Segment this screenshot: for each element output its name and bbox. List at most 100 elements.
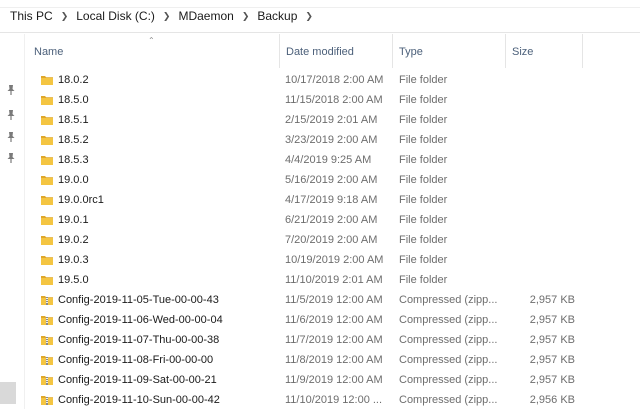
pin-icon[interactable] <box>5 152 17 164</box>
column-header-name[interactable]: Name <box>28 34 280 68</box>
item-size: 2,957 KB <box>529 334 575 346</box>
item-date-modified: 3/23/2019 2:00 AM <box>285 134 378 146</box>
item-size <box>511 90 575 110</box>
folder-icon <box>40 73 54 87</box>
item-size <box>511 70 575 90</box>
folder-icon <box>40 93 54 107</box>
zip-folder-icon <box>40 313 54 327</box>
pin-icon[interactable] <box>5 84 17 96</box>
item-name: 18.0.2 <box>58 74 89 86</box>
chevron-right-icon[interactable]: ❯ <box>305 11 313 22</box>
item-size: 2,957 KB <box>529 314 575 326</box>
item-size: 2,956 KB <box>529 394 575 406</box>
item-size: 2,957 KB <box>529 294 575 306</box>
folder-icon <box>40 253 54 267</box>
item-date-modified: 5/16/2019 2:00 AM <box>285 174 378 186</box>
item-date-modified: 10/17/2018 2:00 AM <box>285 74 384 86</box>
list-item[interactable]: Config-2019-11-05-Tue-00-00-43 11/5/2019 … <box>28 290 640 310</box>
list-item[interactable]: 18.5.3 4/4/2019 9:25 AM File folder <box>28 150 640 170</box>
scrollbar-thumb[interactable] <box>0 382 16 404</box>
column-header-date-modified[interactable]: Date modified <box>280 34 393 68</box>
column-header-type[interactable]: Type <box>393 34 506 68</box>
item-type: File folder <box>399 74 448 86</box>
file-explorer-window: This PC ❯ Local Disk (C:) ❯ MDaemon ❯ Ba… <box>0 0 640 409</box>
list-item[interactable]: 18.5.2 3/23/2019 2:00 AM File folder <box>28 130 640 150</box>
item-date-modified: 11/7/2019 12:00 AM <box>285 334 383 346</box>
folder-icon <box>40 273 54 287</box>
item-date-modified: 4/4/2019 9:25 AM <box>285 154 372 166</box>
list-item[interactable]: Config-2019-11-07-Thu-00-00-38 11/7/2019 … <box>28 330 640 350</box>
item-type: File folder <box>399 194 448 206</box>
item-type: File folder <box>399 274 448 286</box>
item-name: 19.0.2 <box>58 234 89 246</box>
list-item[interactable]: 19.0.0 5/16/2019 2:00 AM File folder <box>28 170 640 190</box>
list-item[interactable]: 18.5.1 2/15/2019 2:01 AM File folder <box>28 110 640 130</box>
item-date-modified: 6/21/2019 2:00 AM <box>285 214 378 226</box>
folder-icon <box>40 153 54 167</box>
item-date-modified: 11/15/2018 2:00 AM <box>285 94 383 106</box>
list-item[interactable]: Config-2019-11-09-Sat-00-00-21 11/9/2019 … <box>28 370 640 390</box>
list-item[interactable]: 19.0.3 10/19/2019 2:00 AM File folder <box>28 250 640 270</box>
item-size <box>511 270 575 290</box>
pin-icon[interactable] <box>5 109 17 121</box>
breadcrumb-this-pc[interactable]: This PC <box>8 7 55 25</box>
list-item[interactable]: 19.0.1 6/21/2019 2:00 AM File folder <box>28 210 640 230</box>
item-name: Config-2019-11-08-Fri-00-00-00 <box>58 354 214 366</box>
list-item[interactable]: 18.0.2 10/17/2018 2:00 AM File folder <box>28 70 640 90</box>
item-name: 18.5.2 <box>58 134 89 146</box>
item-name: Config-2019-11-09-Sat-00-00-21 <box>58 374 217 386</box>
item-type: Compressed (zipp... <box>399 314 498 326</box>
item-type: Compressed (zipp... <box>399 394 498 406</box>
item-size <box>511 230 575 250</box>
folder-icon <box>40 193 54 207</box>
zip-folder-icon <box>40 333 54 347</box>
list-item[interactable]: Config-2019-11-08-Fri-00-00-00 11/8/2019 … <box>28 350 640 370</box>
item-name: Config-2019-11-06-Wed-00-00-04 <box>58 314 223 326</box>
column-header-size[interactable]: Size <box>506 34 583 68</box>
chevron-right-icon[interactable]: ❯ <box>242 11 250 22</box>
list-item[interactable]: Config-2019-11-10-Sun-00-00-42 11/10/2019… <box>28 390 640 409</box>
breadcrumb-local-disk[interactable]: Local Disk (C:) <box>74 7 157 25</box>
item-type: File folder <box>399 134 448 146</box>
item-date-modified: 11/5/2019 12:00 AM <box>285 294 383 306</box>
folder-icon <box>40 213 54 227</box>
column-header-row: ⌃ Name Date modified Type Size <box>28 34 640 68</box>
address-bar[interactable]: This PC ❯ Local Disk (C:) ❯ MDaemon ❯ Ba… <box>0 0 640 33</box>
list-item[interactable]: 19.0.0rc1 4/17/2019 9:18 AM File folder <box>28 190 640 210</box>
list-item[interactable]: 19.5.0 11/10/2019 2:01 AM File folder <box>28 270 640 290</box>
folder-icon <box>40 113 54 127</box>
item-type: Compressed (zipp... <box>399 354 498 366</box>
folder-icon <box>40 133 54 147</box>
list-item[interactable]: Config-2019-11-06-Wed-00-00-04 11/6/2019 … <box>28 310 640 330</box>
item-size <box>511 170 575 190</box>
item-name: Config-2019-11-05-Tue-00-00-43 <box>58 294 219 306</box>
item-type: File folder <box>399 254 448 266</box>
item-name: 19.0.1 <box>58 214 89 226</box>
item-type: File folder <box>399 174 448 186</box>
navigation-pane <box>0 34 25 409</box>
chevron-right-icon[interactable]: ❯ <box>163 11 171 22</box>
chevron-right-icon[interactable]: ❯ <box>61 11 69 22</box>
folder-icon <box>40 233 54 247</box>
item-size <box>511 190 575 210</box>
item-name: 19.5.0 <box>58 274 89 286</box>
item-size <box>511 210 575 230</box>
item-type: File folder <box>399 114 448 126</box>
breadcrumb-mdaemon[interactable]: MDaemon <box>176 7 235 25</box>
breadcrumb-backup[interactable]: Backup <box>255 7 299 25</box>
item-type: Compressed (zipp... <box>399 294 498 306</box>
item-type: Compressed (zipp... <box>399 374 498 386</box>
item-size <box>511 130 575 150</box>
pin-icon[interactable] <box>5 131 17 143</box>
zip-folder-icon <box>40 393 54 407</box>
item-date-modified: 7/20/2019 2:00 AM <box>285 234 378 246</box>
item-size <box>511 150 575 170</box>
item-name: 19.0.0rc1 <box>58 194 104 206</box>
item-type: Compressed (zipp... <box>399 334 498 346</box>
list-item[interactable]: 19.0.2 7/20/2019 2:00 AM File folder <box>28 230 640 250</box>
item-date-modified: 2/15/2019 2:01 AM <box>285 114 378 126</box>
item-name: 18.5.0 <box>58 94 89 106</box>
list-item[interactable]: 18.5.0 11/15/2018 2:00 AM File folder <box>28 90 640 110</box>
item-name: 18.5.1 <box>58 114 89 126</box>
item-name: Config-2019-11-07-Thu-00-00-38 <box>58 334 220 346</box>
